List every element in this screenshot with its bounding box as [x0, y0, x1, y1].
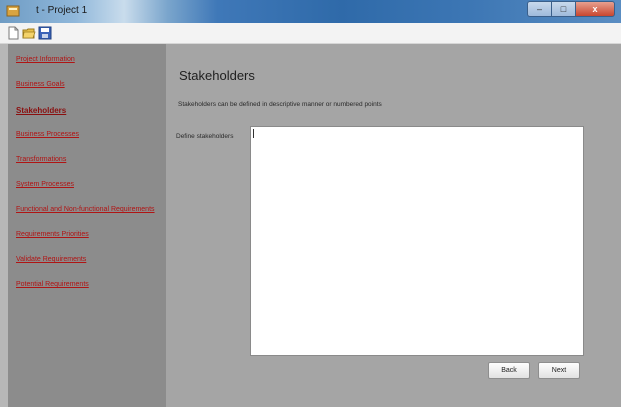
- toolbar: [0, 23, 621, 44]
- sidebar-item-stakeholders[interactable]: Stakeholders: [16, 106, 66, 115]
- sidebar-item-potential-requirements[interactable]: Potential Requirements: [16, 281, 89, 288]
- maximize-button[interactable]: □: [551, 1, 575, 17]
- open-folder-icon[interactable]: [22, 26, 36, 40]
- app-window: t - Project 1 – □ x Project Information …: [0, 0, 621, 407]
- title-bar[interactable]: t - Project 1 – □ x: [0, 0, 621, 23]
- minimize-button[interactable]: –: [527, 1, 551, 17]
- sidebar-item-project-information[interactable]: Project Information: [16, 56, 75, 63]
- stakeholders-textarea[interactable]: [250, 126, 584, 356]
- text-caret: [253, 129, 254, 138]
- stakeholders-field-label: Define stakeholders: [176, 133, 234, 140]
- back-button[interactable]: Back: [488, 362, 530, 379]
- close-button[interactable]: x: [575, 1, 615, 17]
- sidebar-item-business-processes[interactable]: Business Processes: [16, 131, 79, 138]
- sidebar-item-system-processes[interactable]: System Processes: [16, 181, 74, 188]
- save-icon[interactable]: [38, 26, 52, 40]
- sidebar-nav: Project Information Business Goals Stake…: [8, 44, 166, 407]
- window-title: t - Project 1: [36, 5, 88, 16]
- app-icon: [6, 4, 20, 18]
- next-button[interactable]: Next: [538, 362, 580, 379]
- sidebar-item-requirements-priorities[interactable]: Requirements Priorities: [16, 231, 89, 238]
- sidebar-item-business-goals[interactable]: Business Goals: [16, 81, 65, 88]
- window-controls: – □ x: [527, 1, 615, 17]
- new-document-icon[interactable]: [6, 26, 20, 40]
- sidebar-item-functional-requirements[interactable]: Functional and Non-functional Requiremen…: [16, 206, 155, 213]
- sidebar-item-validate-requirements[interactable]: Validate Requirements: [16, 256, 86, 263]
- sidebar-item-transformations[interactable]: Transformations: [16, 156, 66, 163]
- page-title: Stakeholders: [179, 68, 255, 83]
- page-description: Stakeholders can be defined in descripti…: [178, 101, 382, 108]
- main-panel: Stakeholders Stakeholders can be defined…: [166, 44, 621, 407]
- window-left-border: [0, 44, 8, 407]
